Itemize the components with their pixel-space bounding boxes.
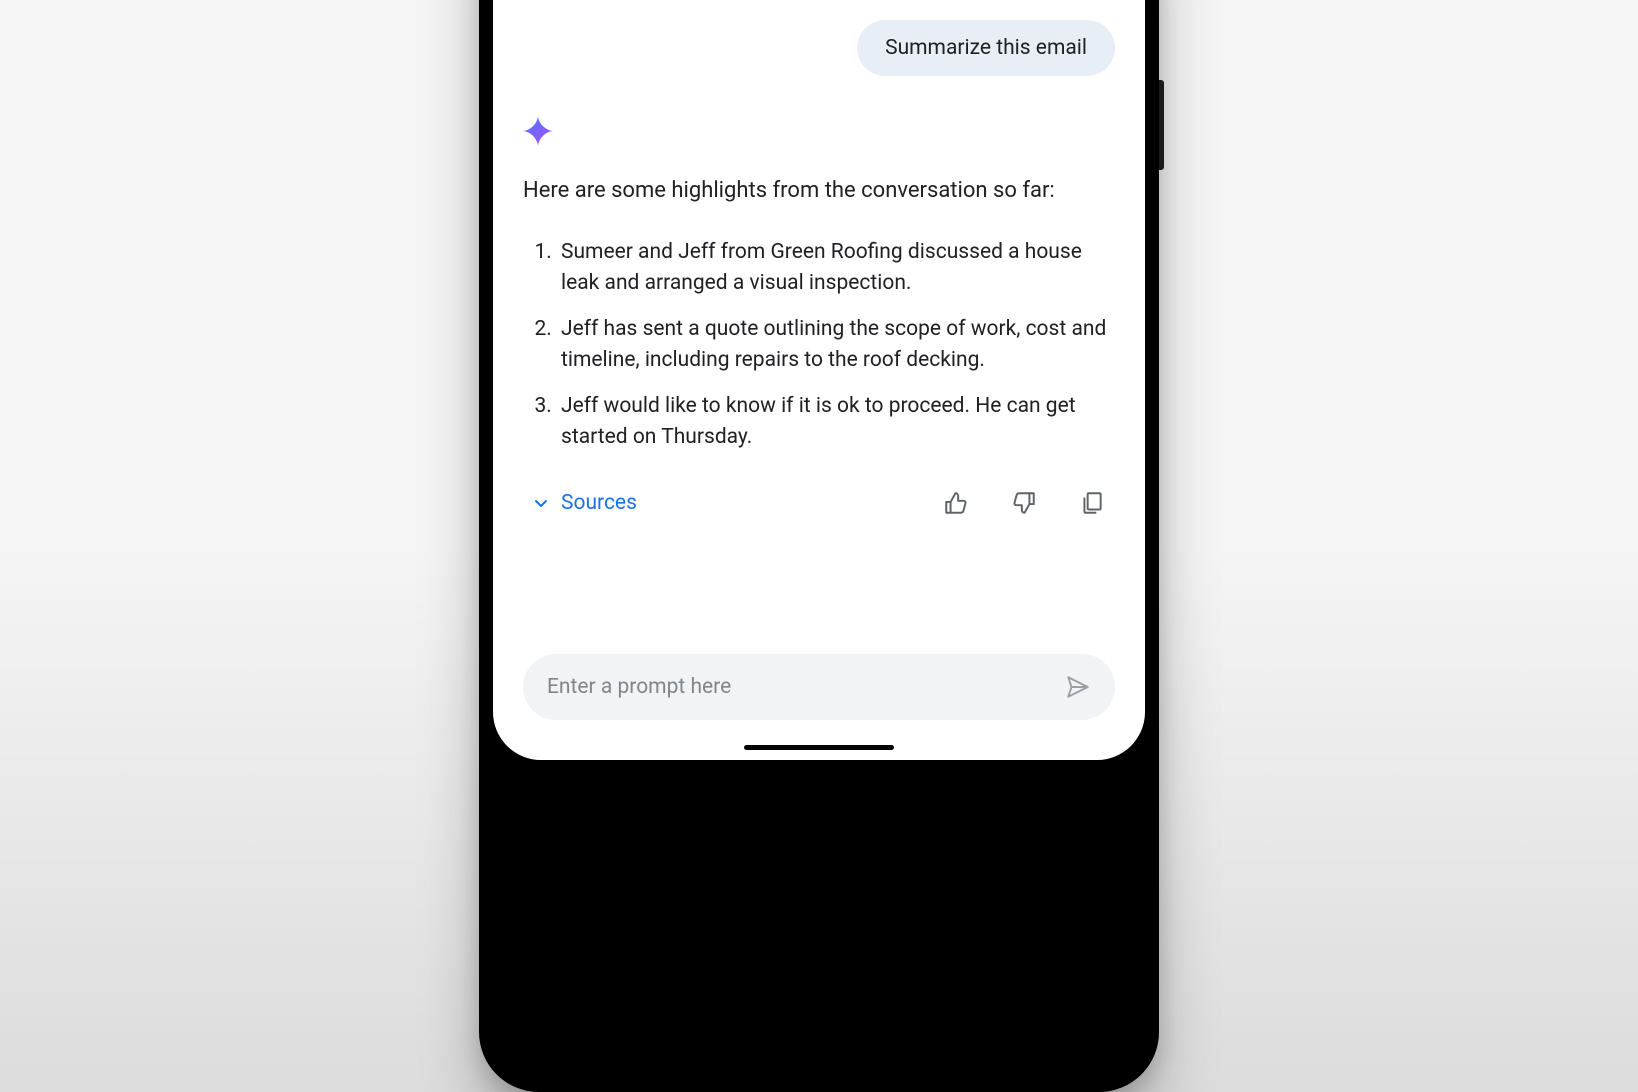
phone-side-button [1159,80,1164,170]
list-item: Jeff has sent a quote outlining the scop… [557,314,1115,377]
response-list: Sumeer and Jeff from Green Roofing discu… [523,237,1115,454]
list-item: Sumeer and Jeff from Green Roofing discu… [557,237,1115,300]
thumbs-up-icon[interactable] [943,490,969,516]
screen: Gemini Summarize this email [493,0,1145,760]
copy-icon[interactable] [1079,490,1105,516]
list-item: Jeff would like to know if it is ok to p… [557,391,1115,454]
user-message-bubble: Summarize this email [857,20,1115,76]
home-indicator[interactable] [744,745,894,750]
phone-frame: Gemini Summarize this email [479,0,1159,1092]
prompt-input[interactable]: Enter a prompt here [523,654,1115,720]
user-message-row: Summarize this email [523,20,1115,76]
sources-button[interactable]: Sources [523,491,637,515]
response-actions: Sources [523,490,1115,516]
thumbs-down-icon[interactable] [1011,490,1037,516]
send-icon[interactable] [1065,674,1091,700]
sources-label: Sources [561,491,637,515]
gemini-spark-color-icon [523,116,1115,146]
feedback-actions [943,490,1105,516]
response-intro-text: Here are some highlights from the conver… [523,176,1115,207]
prompt-placeholder: Enter a prompt here [547,675,1065,699]
